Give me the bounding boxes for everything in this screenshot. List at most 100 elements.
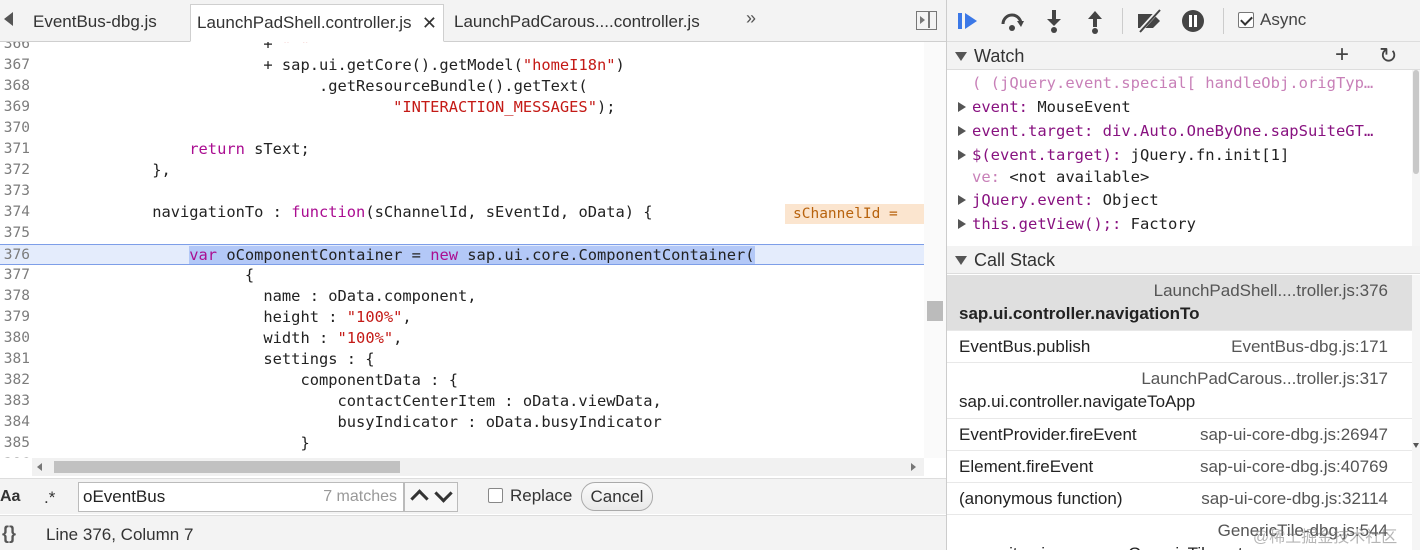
code-line[interactable]: 375 [0, 223, 924, 244]
call-frame[interactable]: LaunchPadShell....troller.js:376 sap.ui.c… [947, 275, 1412, 331]
match-case-toggle[interactable]: Aa [0, 488, 20, 506]
async-checkbox[interactable] [1238, 12, 1254, 28]
pause-on-exceptions-icon[interactable] [1180, 8, 1206, 34]
close-tab-icon[interactable]: ✕ [422, 5, 437, 41]
code-line[interactable]: 382 componentData : { [0, 370, 924, 391]
step-into-icon[interactable] [1041, 8, 1067, 34]
code-line[interactable]: 372 }, [0, 160, 924, 181]
code-line[interactable]: 377 { [0, 265, 924, 286]
call-frame[interactable]: sap-ui-core-dbg.js:32114 (anonymous funct… [947, 483, 1412, 515]
toggle-debugger-icon[interactable] [916, 11, 937, 30]
line-number[interactable]: 377 [0, 265, 30, 286]
tab-launchpadcarousel[interactable]: LaunchPadCarous....controller.js [444, 4, 734, 42]
scroll-thumb[interactable] [1413, 70, 1419, 174]
previous-match-icon[interactable] [411, 489, 429, 505]
code-line[interactable]: 384 busyIndicator : oData.busyIndicator [0, 412, 924, 433]
line-number[interactable]: 367 [0, 55, 30, 76]
watch-item[interactable]: ve: <not available> [947, 166, 1412, 188]
search-input[interactable] [83, 487, 313, 507]
call-frame[interactable]: EventBus-dbg.js:171 EventBus.publish [947, 331, 1412, 363]
code-line[interactable]: 381 settings : { [0, 349, 924, 370]
watch-item[interactable]: event.target: div.Auto.OneByOne.sapSuite… [947, 120, 1412, 142]
frame-location[interactable]: EventBus-dbg.js:171 [1231, 337, 1388, 357]
vertical-scrollbar[interactable] [924, 42, 946, 458]
scroll-thumb[interactable] [927, 301, 943, 321]
line-number[interactable]: 378 [0, 286, 30, 307]
code-line[interactable]: 383 contactCenterItem : oData.viewData, [0, 391, 924, 412]
code-line[interactable]: 368 .getResourceBundle().getText( [0, 76, 924, 97]
frame-location[interactable]: LaunchPadShell....troller.js:376 [1154, 281, 1388, 301]
horizontal-scrollbar[interactable] [32, 458, 924, 476]
step-over-icon[interactable] [999, 8, 1025, 34]
scroll-down-icon[interactable] [1413, 443, 1419, 448]
line-number[interactable]: 368 [0, 76, 30, 97]
watch-scrollbar[interactable] [1412, 70, 1420, 246]
line-number[interactable]: 370 [0, 118, 30, 139]
expand-icon[interactable] [958, 102, 966, 112]
watch-item[interactable]: ( (jQuery.event.special[ handleObj.origT… [947, 72, 1412, 94]
call-frame[interactable]: LaunchPadCarous...troller.js:317 sap.ui.c… [947, 363, 1412, 419]
deactivate-breakpoints-icon[interactable] [1136, 8, 1162, 34]
code-line[interactable]: 379 height : "100%", [0, 307, 924, 328]
line-number[interactable]: 376 [0, 245, 30, 266]
code-editor[interactable]: 366 + " " 367 + sap.ui.getCore().getModel… [0, 42, 924, 458]
expand-icon[interactable] [958, 126, 966, 136]
line-number[interactable]: 386 [0, 454, 30, 458]
line-number[interactable]: 383 [0, 391, 30, 412]
callstack-scrollbar[interactable] [1412, 275, 1420, 550]
call-frame[interactable]: sap-ui-core-dbg.js:26947 EventProvider.fi… [947, 419, 1412, 451]
call-frame[interactable]: sap-ui-core-dbg.js:40769 Element.fireEven… [947, 451, 1412, 483]
tab-eventbus[interactable]: EventBus-dbg.js [24, 4, 190, 42]
frame-location[interactable]: LaunchPadCarous...troller.js:317 [1141, 369, 1388, 389]
code-line[interactable]: 374 navigationTo : function(sChannelId, … [0, 202, 924, 224]
callstack-section-header[interactable]: Call Stack [947, 246, 1420, 274]
line-number[interactable]: 375 [0, 223, 30, 244]
cancel-button[interactable]: Cancel [581, 482, 653, 511]
code-line[interactable]: 371 return sText; [0, 139, 924, 160]
tab-launchpadshell[interactable]: LaunchPadShell.controller.js ✕ [190, 4, 444, 42]
toggle-navigator-icon[interactable] [4, 12, 13, 26]
watch-item[interactable]: $(event.target): jQuery.fn.init[1] [947, 144, 1412, 166]
refresh-icon[interactable]: ↻ [1379, 44, 1397, 68]
replace-checkbox[interactable] [488, 488, 503, 503]
frame-location[interactable]: sap-ui-core-dbg.js:32114 [1201, 489, 1388, 509]
expand-icon[interactable] [958, 195, 966, 205]
code-line[interactable]: 369 "INTERACTION_MESSAGES"); [0, 97, 924, 118]
code-line[interactable]: 373 [0, 181, 924, 202]
line-number[interactable]: 379 [0, 307, 30, 328]
tab-overflow-icon[interactable]: » [746, 8, 756, 29]
code-line[interactable]: 370 [0, 118, 924, 139]
line-number[interactable]: 380 [0, 328, 30, 349]
code-line[interactable]: 366 + " " [0, 42, 924, 55]
line-number[interactable]: 384 [0, 412, 30, 433]
code-line[interactable]: 378 name : oData.component, [0, 286, 924, 307]
expand-icon[interactable] [958, 150, 966, 160]
current-execution-line[interactable]: 376 var oComponentContainer = new sap.ui… [0, 244, 924, 265]
code-line[interactable]: 380 width : "100%", [0, 328, 924, 349]
line-number[interactable]: 366 [0, 42, 30, 55]
code-line[interactable]: 385 } [0, 433, 924, 454]
frame-location[interactable]: sap-ui-core-dbg.js:26947 [1200, 425, 1388, 445]
frame-location[interactable]: sap-ui-core-dbg.js:40769 [1200, 457, 1388, 477]
line-number[interactable]: 373 [0, 181, 30, 202]
line-number[interactable]: 381 [0, 349, 30, 370]
step-out-icon[interactable] [1082, 8, 1108, 34]
watch-item[interactable]: event: MouseEvent [947, 96, 1412, 118]
resume-icon[interactable] [955, 8, 981, 34]
add-watch-icon[interactable]: + [1335, 43, 1349, 67]
line-number[interactable]: 372 [0, 160, 30, 181]
line-number[interactable]: 374 [0, 202, 30, 223]
line-number[interactable]: 369 [0, 97, 30, 118]
expand-icon[interactable] [958, 219, 966, 229]
watch-item[interactable]: jQuery.event: Object [947, 189, 1412, 211]
watch-item[interactable]: this.getView();: Factory [947, 213, 1412, 235]
pretty-print-icon[interactable]: {} [2, 523, 16, 544]
line-number[interactable]: 385 [0, 433, 30, 454]
scroll-left-icon[interactable] [37, 463, 42, 471]
scroll-right-icon[interactable] [911, 463, 916, 471]
line-number[interactable]: 371 [0, 139, 30, 160]
next-match-icon[interactable] [435, 486, 453, 502]
code-line[interactable]: 367 + sap.ui.getCore().getModel("homeI18… [0, 55, 924, 76]
watch-section-header[interactable]: Watch + ↻ [947, 42, 1420, 70]
scroll-thumb[interactable] [54, 461, 400, 473]
